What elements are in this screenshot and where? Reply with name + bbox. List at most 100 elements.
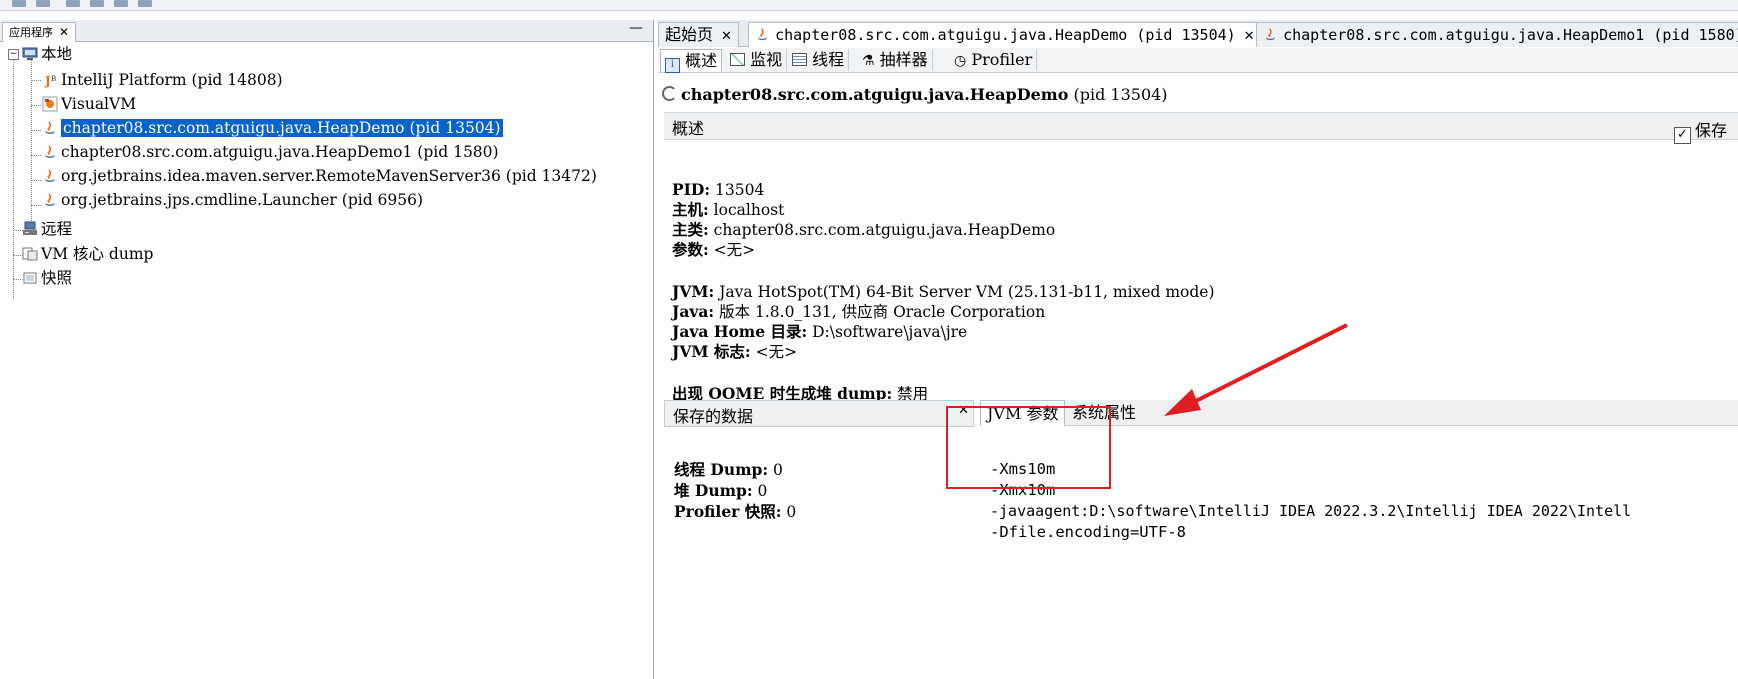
toolbar-button-3[interactable] xyxy=(66,0,80,7)
info-label: 主类: xyxy=(672,220,709,239)
collapse-icon[interactable]: − xyxy=(8,49,19,60)
info-value: D:\software\java\jre xyxy=(812,323,968,341)
tree-node-label: VM 核心 dump xyxy=(41,245,154,263)
minimize-icon[interactable]: — xyxy=(629,20,643,36)
intellij-icon: JB xyxy=(44,74,56,88)
tree-line xyxy=(31,205,41,206)
tab-monitor[interactable]: 监视 xyxy=(726,49,788,71)
info-value: 版本 1.8.0_131, 供应商 Oracle Corporation xyxy=(719,303,1046,321)
info-args: 参数: <无> xyxy=(672,240,755,260)
tab-label: chapter08.src.com.atguigu.java.HeapDemo … xyxy=(775,26,1236,44)
tree-line xyxy=(31,130,41,131)
info-label: Profiler 快照: xyxy=(674,502,782,521)
close-icon[interactable]: ✕ xyxy=(721,29,732,44)
info-java: Java: 版本 1.8.0_131, 供应商 Oracle Corporati… xyxy=(672,302,1045,322)
info-java-home: Java Home 目录: D:\software\java\jre xyxy=(672,322,967,342)
tree-item-label: chapter08.src.com.atguigu.java.HeapDemo … xyxy=(61,119,503,137)
toolbar-button-2[interactable] xyxy=(36,0,50,7)
tab-label: 起始页 xyxy=(665,25,714,44)
toolbar-button-4[interactable] xyxy=(90,0,104,7)
tab-threads[interactable]: 线程 xyxy=(788,49,850,71)
tree-item-label: org.jetbrains.jps.cmdline.Launcher (pid … xyxy=(61,191,424,209)
tree-line xyxy=(31,105,41,106)
tree-node-snapshots[interactable]: 快照 xyxy=(22,266,72,290)
tab-label: chapter08.src.com.atguigu.java.HeapDemo1… xyxy=(1283,26,1738,44)
tab-label: Profiler xyxy=(971,50,1033,69)
tab-start-page[interactable]: 起始页 ✕ xyxy=(658,22,739,47)
applications-tab[interactable]: 应用程序 ✕ xyxy=(2,22,77,42)
save-checkbox[interactable]: ✓ 保存 xyxy=(1674,117,1727,144)
java-icon xyxy=(45,145,55,158)
tab-label: 抽样器 xyxy=(879,50,928,69)
remote-host-icon xyxy=(23,221,37,235)
toolbar-button-5[interactable] xyxy=(114,0,128,7)
close-icon[interactable]: ✕ xyxy=(1244,29,1255,44)
saved-thread-dump: 线程 Dump: 0 xyxy=(674,460,783,480)
tab-overview[interactable]: i 概述 xyxy=(660,49,723,73)
tree-item-app[interactable]: chapter08.src.com.atguigu.java.HeapDemo1… xyxy=(42,140,499,164)
core-dump-icon xyxy=(22,247,38,261)
info-label: Java Home 目录: xyxy=(672,322,808,341)
info-label: 参数: xyxy=(672,240,709,259)
tree-item-label: chapter08.src.com.atguigu.java.HeapDemo1… xyxy=(61,143,499,161)
java-icon xyxy=(757,28,768,41)
info-jvm-flags: JVM 标志: <无> xyxy=(672,342,797,362)
tree-node-label: 远程 xyxy=(41,220,73,238)
tab-label: 线程 xyxy=(812,50,845,69)
tree-line xyxy=(13,59,14,299)
sampler-icon: ⚗ xyxy=(862,53,875,69)
info-value: 13504 xyxy=(715,181,765,199)
tree-item-app-selected[interactable]: chapter08.src.com.atguigu.java.HeapDemo … xyxy=(42,116,503,140)
tree-item-label: IntelliJ Platform (pid 14808) xyxy=(61,71,283,89)
info-value: <无> xyxy=(713,241,756,259)
snapshot-icon xyxy=(23,272,37,284)
java-icon xyxy=(45,193,55,206)
tree-item-app[interactable]: org.jetbrains.jps.cmdline.Launcher (pid … xyxy=(42,188,423,212)
info-host: 主机: localhost xyxy=(672,200,784,220)
info-label: JVM: xyxy=(672,282,715,301)
tree-item-app[interactable]: J B IntelliJ Platform (pid 14808) xyxy=(42,68,283,92)
jvm-arg: -javaagent:D:\software\IntelliJ IDEA 202… xyxy=(990,502,1632,520)
application-pid: (pid 13504) xyxy=(1073,85,1168,104)
toolbar-button-1[interactable] xyxy=(12,0,26,7)
clock-icon: ◷ xyxy=(954,53,967,69)
java-icon xyxy=(45,169,55,182)
overview-section-header: 概述 ✓ 保存 xyxy=(664,112,1738,144)
tree-node-label: 本地 xyxy=(41,45,73,63)
tab-heapdemo[interactable]: chapter08.src.com.atguigu.java.HeapDemo … xyxy=(748,22,1262,47)
saved-profiler-snapshot: Profiler 快照: 0 xyxy=(674,502,796,522)
tree-item-app[interactable]: VisualVM xyxy=(42,92,136,116)
tree-line xyxy=(31,180,41,181)
info-value: chapter08.src.com.atguigu.java.HeapDemo xyxy=(713,221,1056,239)
applications-tabbar: 应用程序 ✕ — xyxy=(0,20,653,42)
tab-sampler[interactable]: ⚗ 抽样器 xyxy=(858,49,933,71)
loading-icon xyxy=(662,86,677,101)
applications-panel: 应用程序 ✕ — − 本地 J B IntelliJ Platform (pid 14… xyxy=(0,20,654,679)
document-tabbar: 起始页 ✕ chapter08.src.com.atguigu.java.Heap… xyxy=(658,20,1738,47)
tree-item-label: VisualVM xyxy=(61,95,137,113)
computer-icon xyxy=(22,47,38,60)
tree-node-vm-core-dump[interactable]: VM 核心 dump xyxy=(22,242,153,266)
save-checkbox-label: 保存 xyxy=(1695,121,1728,140)
tree-line xyxy=(31,155,41,156)
tab-heapdemo1[interactable]: chapter08.src.com.atguigu.java.HeapDemo1… xyxy=(1256,22,1738,47)
saved-heap-dump: 堆 Dump: 0 xyxy=(674,481,767,501)
info-label: 线程 Dump: xyxy=(674,460,769,479)
view-tabbar: i 概述 监视 线程 ⚗ 抽样器 ◷ Profiler xyxy=(658,48,1738,73)
application-name: chapter08.src.com.atguigu.java.HeapDemo xyxy=(681,85,1069,104)
close-icon[interactable]: ✕ xyxy=(59,25,69,39)
info-value: <无> xyxy=(755,343,798,361)
tree-node-local[interactable]: 本地 xyxy=(22,42,72,66)
info-label: 主机: xyxy=(672,200,709,219)
threads-icon xyxy=(792,53,807,66)
java-icon xyxy=(45,121,55,134)
checkbox-checked-icon: ✓ xyxy=(1674,127,1691,144)
main-panel: 起始页 ✕ chapter08.src.com.atguigu.java.Heap… xyxy=(658,20,1738,679)
chart-icon xyxy=(730,53,745,66)
tree-item-app[interactable]: org.jetbrains.idea.maven.server.RemoteMa… xyxy=(42,164,597,188)
section-title: 概述 xyxy=(672,119,705,138)
info-value: 0 xyxy=(773,461,783,479)
tree-node-remote[interactable]: 远程 xyxy=(22,217,72,241)
toolbar-button-6[interactable] xyxy=(138,0,152,7)
tab-profiler[interactable]: ◷ Profiler xyxy=(950,49,1038,71)
